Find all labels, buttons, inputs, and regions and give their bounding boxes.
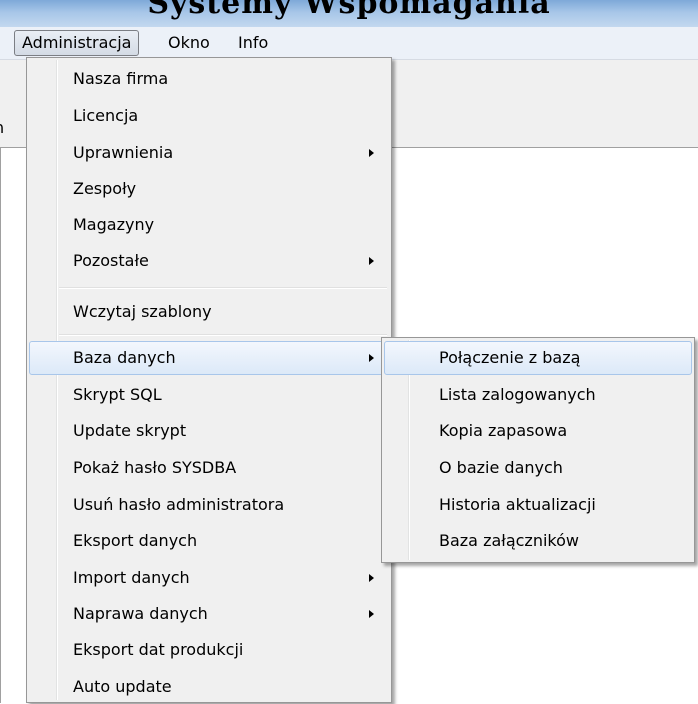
administracja-dropdown-menu: Nasza firma Licencja Uprawnienia Zespoły…: [26, 57, 392, 703]
menu-item-label: Baza danych: [73, 348, 176, 367]
menu-item-skrypt-sql[interactable]: Skrypt SQL: [29, 378, 389, 412]
menu-item-label: Uprawnienia: [73, 143, 174, 162]
menu-item-label: Update skrypt: [73, 421, 187, 440]
menu-item-label: Naprawa danych: [73, 604, 208, 623]
menu-separator: [59, 287, 387, 289]
menu-item-pozostale[interactable]: Pozostałe: [29, 244, 389, 278]
menu-item-label: Zespoły: [73, 179, 137, 198]
menu-item-pokaz-haslo-sysdba[interactable]: Pokaż hasło SYSDBA: [29, 451, 389, 485]
submenu-item-o-bazie-danych[interactable]: O bazie danych: [384, 451, 692, 485]
menu-item-naprawa-danych[interactable]: Naprawa danych: [29, 597, 389, 631]
menu-item-licencja[interactable]: Licencja: [29, 99, 389, 133]
menu-item-label: Lista zalogowanych: [439, 385, 596, 404]
menu-item-wczytaj-szablony[interactable]: Wczytaj szablony: [29, 295, 389, 329]
window-title: Systemy Wspomagania: [147, 0, 551, 21]
menu-item-label: Baza załączników: [439, 531, 579, 550]
submenu-arrow-icon: [369, 574, 374, 582]
menu-item-label: Kopia zapasowa: [439, 421, 568, 440]
menu-item-label: Połączenie z bazą: [439, 348, 581, 367]
menu-item-nasza-firma[interactable]: Nasza firma: [29, 62, 389, 96]
submenu-item-kopia-zapasowa[interactable]: Kopia zapasowa: [384, 414, 692, 448]
menu-item-update-skrypt[interactable]: Update skrypt: [29, 414, 389, 448]
menu-administracja[interactable]: Administracja: [14, 30, 140, 56]
menu-item-zespoly[interactable]: Zespoły: [29, 172, 389, 206]
menu-item-label: Magazyny: [73, 215, 155, 234]
menu-item-label: Eksport danych: [73, 531, 198, 550]
baza-danych-submenu: Połączenie z bazą Lista zalogowanych Kop…: [381, 337, 695, 563]
submenu-item-historia-aktualizacji[interactable]: Historia aktualizacji: [384, 488, 692, 522]
menu-bar: Administracja Okno Info: [0, 27, 698, 60]
submenu-arrow-icon: [369, 257, 374, 265]
submenu-item-polaczenie-z-baza[interactable]: Połączenie z bazą: [384, 341, 692, 375]
submenu-arrow-icon: [369, 610, 374, 618]
menu-item-auto-update[interactable]: Auto update: [29, 670, 389, 704]
submenu-item-lista-zalogowanych[interactable]: Lista zalogowanych: [384, 378, 692, 412]
menu-item-label: Eksport dat produkcji: [73, 640, 244, 659]
window-titlebar: Systemy Wspomagania: [0, 0, 698, 27]
submenu-item-baza-zalacznikow[interactable]: Baza załączników: [384, 524, 692, 558]
menu-item-import-danych[interactable]: Import danych: [29, 561, 389, 595]
clipped-text-fragment: n: [0, 118, 4, 137]
menu-item-label: Pokaż hasło SYSDBA: [73, 458, 237, 477]
menu-item-uprawnienia[interactable]: Uprawnienia: [29, 136, 389, 170]
menu-item-usun-haslo-administratora[interactable]: Usuń hasło administratora: [29, 488, 389, 522]
menu-item-label: Historia aktualizacji: [439, 495, 596, 514]
submenu-arrow-icon: [369, 149, 374, 157]
menu-okno[interactable]: Okno: [160, 30, 218, 56]
menu-item-label: O bazie danych: [439, 458, 563, 477]
menu-separator: [59, 334, 387, 336]
menu-item-label: Licencja: [73, 106, 139, 125]
menu-item-label: Auto update: [73, 677, 172, 696]
menu-item-label: Usuń hasło administratora: [73, 495, 285, 514]
menu-item-label: Pozostałe: [73, 251, 149, 270]
menu-item-label: Nasza firma: [73, 69, 169, 88]
menu-item-eksport-dat-produkcji[interactable]: Eksport dat produkcji: [29, 633, 389, 667]
submenu-arrow-icon: [369, 354, 374, 362]
menu-item-baza-danych[interactable]: Baza danych: [29, 341, 389, 375]
menu-item-label: Import danych: [73, 568, 190, 587]
menu-item-label: Wczytaj szablony: [73, 302, 212, 321]
menu-info[interactable]: Info: [230, 30, 276, 56]
menu-item-magazyny[interactable]: Magazyny: [29, 208, 389, 242]
menu-item-eksport-danych[interactable]: Eksport danych: [29, 524, 389, 558]
menu-item-label: Skrypt SQL: [73, 385, 162, 404]
